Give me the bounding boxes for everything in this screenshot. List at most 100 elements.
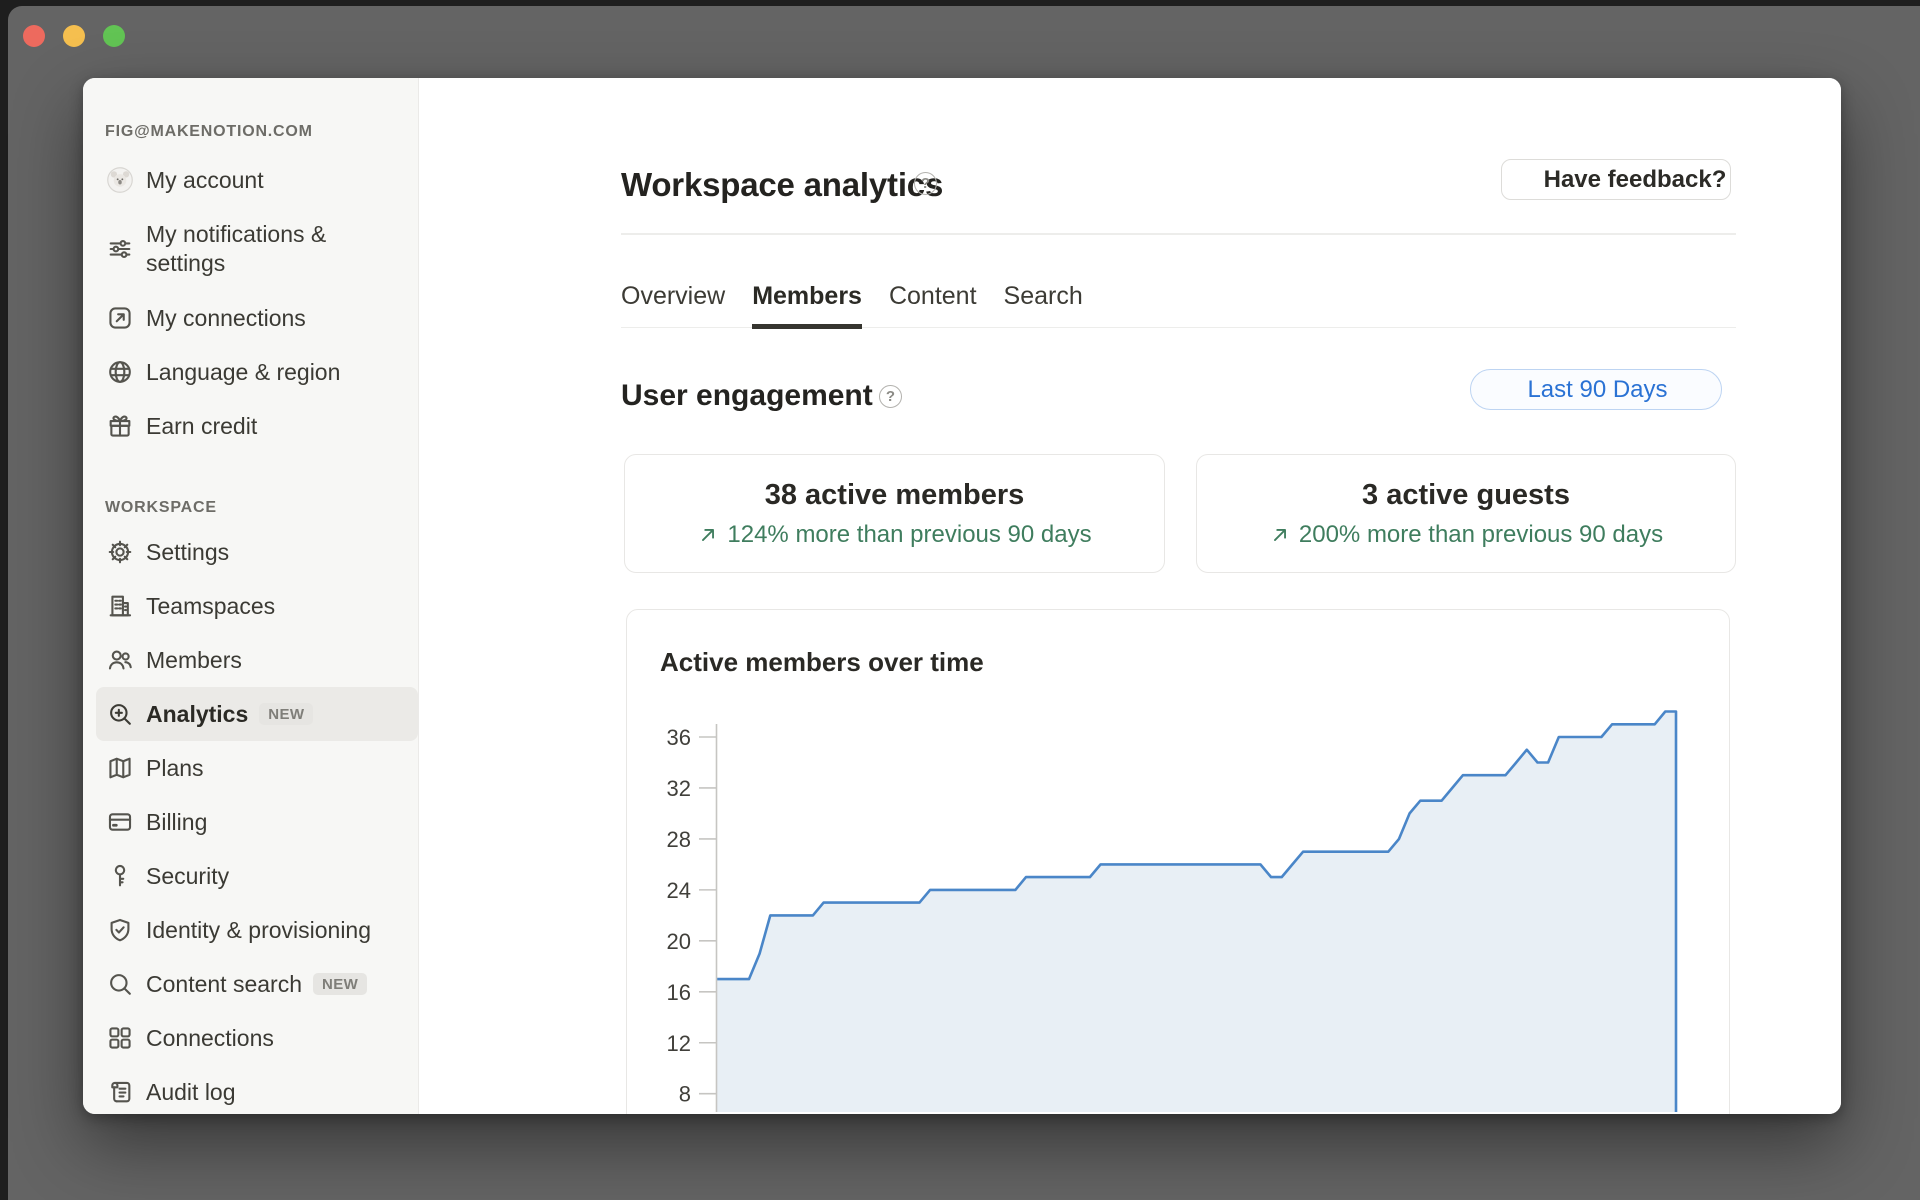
settings-sidebar: FIG@MAKENOTION.COM My account My notifica… [83,78,419,1114]
tab-content[interactable]: Content [889,266,977,327]
chart-title: Active members over time [660,647,984,677]
stat-delta: 200% more than previous 90 days [1269,521,1663,549]
sidebar-item-analytics[interactable]: Analytics NEW [96,687,418,741]
sidebar-account-list: My account My notifications & settings My … [83,153,418,453]
chevron-down-icon [1680,380,1700,400]
tab-label: Content [888,282,977,310]
stat-card: 38 active members 124% more than previous… [624,454,1165,573]
stat-value: 3 active guests [1362,479,1570,511]
building-icon [105,591,135,621]
sidebar-item-label: My connections [146,304,306,331]
date-range-label: Last 90 Days [1527,375,1668,403]
calendar-icon [1492,377,1517,402]
stat-delta: 124% more than previous 90 days [697,521,1092,549]
desktop-background: FIG@MAKENOTION.COM My account My notifica… [8,6,1920,1200]
credit-card-icon [105,807,135,837]
sidebar-item-label: My account [146,166,264,193]
sidebar-item-billing[interactable]: Billing [96,795,418,849]
sidebar-item-label: Billing [146,808,208,835]
new-badge: NEW [259,703,314,725]
tab-label: Overview [621,282,726,310]
y-tick-label: 20 [667,929,691,954]
stat-delta-label: 124% more than previous 90 days [727,521,1092,548]
y-tick-label: 28 [667,827,691,852]
sidebar-item-label: Security [146,862,230,889]
zoom-window-button[interactable] [103,25,125,47]
arrow-up-right-icon [1269,524,1291,546]
sidebar-item-earn-credit[interactable]: Earn credit [96,399,418,453]
y-tick-label: 16 [667,980,691,1005]
people-icon [105,645,135,675]
stat-delta-label: 200% more than previous 90 days [1298,521,1664,548]
help-icon[interactable]: ? [914,172,937,195]
tab-label: Members [752,282,862,310]
sidebar-item-language-region[interactable]: Language & region [96,345,418,399]
gear-icon [105,537,135,567]
gift-icon [105,411,135,441]
arrow-up-right-box-icon [105,303,135,333]
y-tick-label: 12 [667,1031,691,1056]
tab-overview[interactable]: Overview [621,266,725,327]
active-members-chart-card: Active members over time 8 12 16 20 24 28 32 36 [626,609,1730,1114]
sidebar-item-label: Content search [146,970,302,997]
tab-label: Search [1003,282,1083,310]
new-badge: NEW [312,973,368,995]
sidebar-item-my-connections[interactable]: My connections [96,291,418,345]
sidebar-item-my-notifications-settings[interactable]: My notifications & settings [96,207,418,291]
sidebar-item-connections[interactable]: Connections [96,1011,418,1065]
sliders-icon [105,234,135,264]
globe-icon [105,357,135,387]
tab-members[interactable]: Members [752,266,862,329]
sidebar-item-identity-provisioning[interactable]: Identity & provisioning [96,903,418,957]
tab-search[interactable]: Search [1004,266,1083,327]
map-icon [105,753,135,783]
sidebar-item-label: Identity & provisioning [146,916,372,943]
arrow-up-right-icon [697,524,719,546]
sidebar-workspace-list: Settings Teamspaces Members Analytics NEW Pla… [83,525,418,1114]
sidebar-item-label: Audit log [146,1078,236,1105]
y-tick-label: 8 [679,1082,691,1107]
sidebar-item-label: Language & region [146,358,341,385]
sidebar-item-security[interactable]: Security [96,849,418,903]
sidebar-item-audit-log[interactable]: Audit log [96,1065,418,1114]
grid-icon [105,1023,135,1053]
account-email-heading: FIG@MAKENOTION.COM [105,123,313,140]
magnifier-icon [105,969,135,999]
sidebar-item-label: Earn credit [146,412,258,439]
page-title: Workspace analytics [621,166,944,203]
feedback-button-label: Have feedback? [1543,165,1727,193]
y-tick-label: 32 [667,776,691,801]
settings-window: FIG@MAKENOTION.COM My account My notifica… [83,78,1841,1114]
sidebar-item-label: Connections [146,1024,274,1051]
sidebar-item-label: Plans [146,754,204,781]
sidebar-item-label: Settings [146,538,230,565]
sidebar-item-settings[interactable]: Settings [96,525,418,579]
sidebar-item-my-account[interactable]: My account [96,153,418,207]
close-window-button[interactable] [23,25,45,47]
tabs: Overview Members Content Search [621,266,1736,329]
sidebar-item-content-search[interactable]: Content search NEW [96,957,418,1011]
user-engagement-heading: User engagement [621,379,873,412]
title-divider [621,233,1736,235]
magnifier-plus-icon [105,699,135,729]
stat-cards: 38 active members 124% more than previous… [624,454,1841,573]
sidebar-item-teamspaces[interactable]: Teamspaces [96,579,418,633]
sidebar-item-label: Analytics [146,700,249,727]
help-icon[interactable]: ? [879,385,902,408]
area-fill [717,711,1676,1112]
sidebar-item-plans[interactable]: Plans [96,741,418,795]
chart-canvas[interactable]: 8 12 16 20 24 28 32 36 [639,695,1731,1112]
stat-card: 3 active guests 200% more than previous 9… [1196,454,1736,573]
shield-check-icon [105,915,135,945]
y-tick-label: 24 [667,878,691,903]
y-tick-label: 36 [667,725,691,750]
sidebar-item-members[interactable]: Members [96,633,418,687]
feedback-bubble-icon [1506,166,1534,194]
main-content: Workspace analytics ? Have feedback? Ove… [419,78,1841,1114]
date-range-button[interactable]: Last 90 Days [1470,369,1722,410]
sidebar-item-label: Teamspaces [146,592,276,619]
minimize-window-button[interactable] [63,25,85,47]
have-feedback-button[interactable]: Have feedback? [1501,159,1731,200]
key-icon [105,861,135,891]
sidebar-item-label: My notifications & settings [146,221,327,276]
